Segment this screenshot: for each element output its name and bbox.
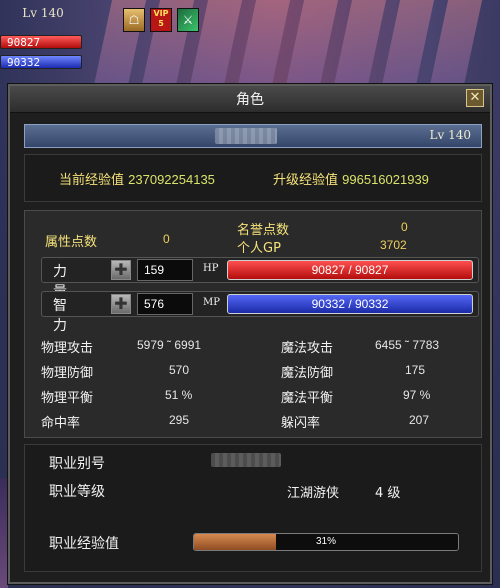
attributes-panel: 属性点数 0 名誉点数 0 个人GP 3702 力量 ✚ 159 HP 9082…: [24, 210, 482, 438]
honor-points-value: 0: [401, 220, 408, 234]
vip-label: VIP: [153, 9, 169, 18]
hp-tag: HP: [203, 263, 219, 274]
hud-mp-bar: 90332: [0, 55, 82, 69]
dodge-rate-label: 躲闪率: [281, 416, 321, 431]
intellect-label: 智力: [53, 298, 67, 334]
attribute-points-label: 属性点数: [45, 235, 98, 250]
personal-gp-label: 个人GP: [237, 241, 281, 256]
bg-stripe: [427, 0, 483, 95]
hud-hp-bar: 90827: [0, 35, 82, 49]
hud-hp-value: 90827: [7, 36, 41, 49]
magic-attack-label: 魔法攻击: [281, 341, 334, 356]
physical-attack-value: 5979 ˜ 6991: [137, 338, 202, 352]
hud-level: Lv 140: [22, 6, 64, 20]
job-exp-label: 职业经验值: [49, 536, 119, 552]
job-level-value: 4 级: [375, 486, 401, 501]
physical-balance-value: 51 %: [165, 388, 193, 402]
bg-stripe: [235, 0, 291, 95]
next-exp-value: 996516021939: [342, 172, 429, 187]
character-name-redacted: [215, 128, 277, 144]
job-alias-label: 职业别号: [49, 456, 105, 472]
sword-buff-icon[interactable]: ⚔: [177, 8, 199, 32]
window-titlebar[interactable]: 角色 ✕: [10, 86, 490, 113]
vip-level: 5: [158, 19, 164, 28]
experience-panel: 当前经验值 237092254135 升级经验值 996516021939: [24, 154, 482, 202]
job-exp-text: 31%: [315, 536, 336, 547]
physical-balance-label: 物理平衡: [41, 391, 94, 406]
hud-mp-value: 90332: [7, 56, 41, 69]
job-panel: 职业别号 职业等级 江湖游侠 4 级 职业经验值 31%: [24, 444, 482, 572]
attribute-points-value: 0: [163, 232, 170, 246]
hit-rate-label: 命中率: [41, 416, 81, 431]
buff-bar: ☖ VIP 5 ⚔: [123, 8, 199, 32]
honor-points-label: 名誉点数: [237, 223, 290, 238]
side-decoration: [0, 478, 8, 588]
physical-defense-value: 570: [169, 363, 190, 377]
character-name-bar: Lv 140: [24, 124, 482, 148]
magic-attack-value: 6455 ˜ 7783: [375, 338, 440, 352]
intellect-value: 576: [137, 293, 193, 315]
dodge-rate-value: 207: [409, 413, 430, 427]
current-exp-label: 当前经验值: [59, 173, 125, 188]
window-title: 角色: [236, 92, 264, 108]
next-exp: 升级经验值 996516021939: [273, 169, 429, 188]
character-level: Lv 140: [429, 128, 471, 142]
next-exp-label: 升级经验值: [273, 173, 339, 188]
bg-stripe: [283, 0, 339, 95]
scroll-buff-icon[interactable]: ☖: [123, 8, 145, 32]
magic-balance-value: 97 %: [403, 388, 431, 402]
mp-tag: MP: [203, 297, 220, 308]
hp-bar: 90827 / 90827: [227, 260, 473, 280]
bg-stripe: [331, 0, 387, 95]
vip-buff-icon[interactable]: VIP 5: [150, 8, 172, 32]
physical-defense-label: 物理防御: [41, 366, 94, 381]
physical-attack-label: 物理攻击: [41, 341, 94, 356]
job-level-name: 江湖游侠: [287, 486, 340, 501]
job-alias-redacted: [211, 453, 281, 467]
strength-value: 159: [137, 259, 193, 281]
add-strength-button[interactable]: ✚: [111, 260, 131, 280]
magic-defense-label: 魔法防御: [281, 366, 334, 381]
mp-bar: 90332 / 90332: [227, 294, 473, 314]
magic-balance-label: 魔法平衡: [281, 391, 334, 406]
personal-gp-value: 3702: [380, 238, 407, 252]
hit-rate-value: 295: [169, 413, 190, 427]
bg-stripe: [379, 0, 435, 95]
character-window: 角色 ✕ Lv 140 当前经验值 237092254135 升级经验值 996…: [8, 84, 492, 584]
current-exp: 当前经验值 237092254135: [59, 169, 215, 188]
job-level-label: 职业等级: [49, 484, 105, 500]
job-exp-bar: 31%: [193, 533, 459, 551]
close-icon[interactable]: ✕: [466, 89, 484, 107]
player-hud: Lv 140 90827 90332: [0, 0, 86, 78]
add-intellect-button[interactable]: ✚: [111, 294, 131, 314]
current-exp-value: 237092254135: [128, 172, 215, 187]
magic-defense-value: 175: [405, 363, 426, 377]
